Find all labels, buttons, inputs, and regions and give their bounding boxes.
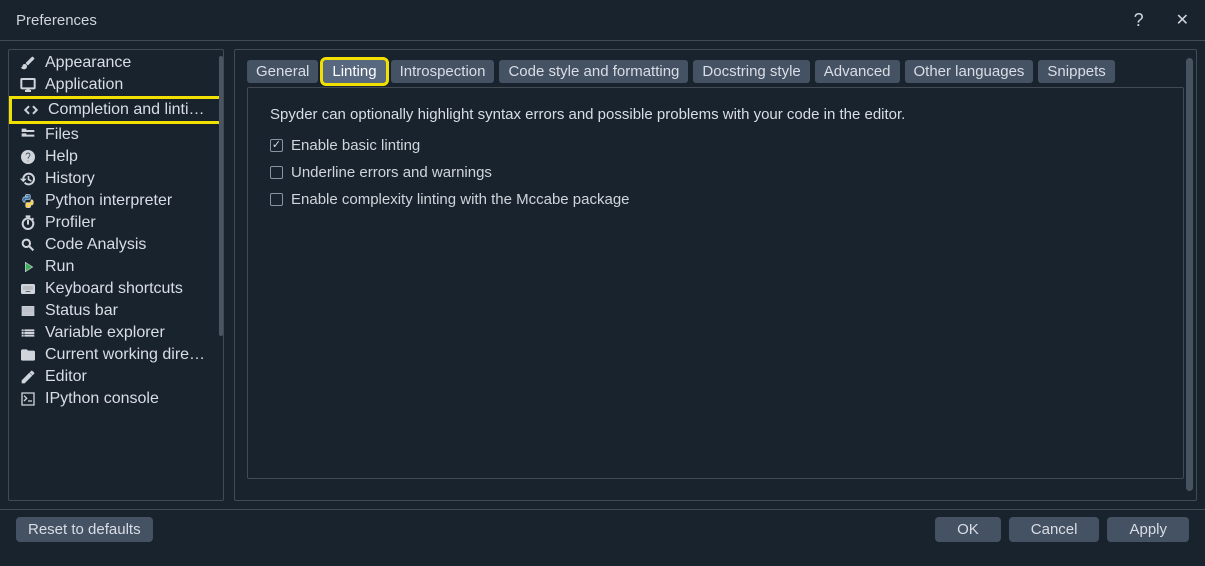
sidebar-item-keyboard-shortcuts[interactable]: Keyboard shortcuts bbox=[9, 278, 223, 300]
sidebar-item-python-interpreter[interactable]: Python interpreter bbox=[9, 190, 223, 212]
sidebar-item-label: Current working dire… bbox=[45, 346, 205, 364]
help-icon bbox=[19, 148, 37, 166]
tab-linting[interactable]: Linting bbox=[323, 60, 385, 83]
tab-code-style-and-formatting[interactable]: Code style and formatting bbox=[499, 60, 688, 83]
cancel-button[interactable]: Cancel bbox=[1009, 517, 1100, 542]
timer-icon bbox=[19, 214, 37, 232]
help-icon[interactable]: ? bbox=[1134, 10, 1144, 31]
apply-button[interactable]: Apply bbox=[1107, 517, 1189, 542]
sidebar-item-label: Status bar bbox=[45, 302, 118, 320]
sidebar-item-label: IPython console bbox=[45, 390, 159, 408]
sidebar-item-files[interactable]: Files bbox=[9, 124, 223, 146]
option-row: Enable complexity linting with the Mccab… bbox=[270, 191, 1161, 208]
tab-general[interactable]: General bbox=[247, 60, 318, 83]
sidebar-item-completion-and-linti[interactable]: Completion and linti… bbox=[9, 96, 223, 124]
sidebar-item-current-working-dire[interactable]: Current working dire… bbox=[9, 344, 223, 366]
preferences-sidebar: Appearance Application Completion and lint… bbox=[8, 49, 224, 501]
statusbar-icon bbox=[19, 302, 37, 320]
console-icon bbox=[19, 390, 37, 408]
checkbox[interactable] bbox=[270, 139, 283, 152]
pencil-icon bbox=[19, 368, 37, 386]
sidebar-item-history[interactable]: History bbox=[9, 168, 223, 190]
preferences-content: GeneralLinting IntrospectionCode style an… bbox=[234, 49, 1197, 501]
sidebar-item-label: Python interpreter bbox=[45, 192, 172, 210]
sidebar-item-label: Editor bbox=[45, 368, 87, 386]
option-label: Enable complexity linting with the Mccab… bbox=[291, 191, 630, 208]
reset-to-defaults-button[interactable]: Reset to defaults bbox=[16, 517, 153, 542]
sidebar-item-label: Appearance bbox=[45, 54, 131, 72]
sidebar-item-label: Files bbox=[45, 126, 79, 144]
sidebar-item-profiler[interactable]: Profiler bbox=[9, 212, 223, 234]
sidebar-item-status-bar[interactable]: Status bar bbox=[9, 300, 223, 322]
tab-docstring-style[interactable]: Docstring style bbox=[693, 60, 809, 83]
keyboard-icon bbox=[19, 280, 37, 298]
brush-icon bbox=[19, 54, 37, 72]
sidebar-item-variable-explorer[interactable]: Variable explorer bbox=[9, 322, 223, 344]
sidebar-item-label: Application bbox=[45, 76, 123, 94]
sidebar-item-ipython-console[interactable]: IPython console bbox=[9, 388, 223, 410]
titlebar: Preferences ? ✕ bbox=[0, 0, 1205, 40]
sidebar-item-code-analysis[interactable]: Code Analysis bbox=[9, 234, 223, 256]
search-code-icon bbox=[19, 236, 37, 254]
window-title: Preferences bbox=[16, 12, 97, 29]
sidebar-item-label: History bbox=[45, 170, 95, 188]
sidebar-item-label: Code Analysis bbox=[45, 236, 146, 254]
sidebar-item-application[interactable]: Application bbox=[9, 74, 223, 96]
tab-snippets[interactable]: Snippets bbox=[1038, 60, 1114, 83]
sidebar-item-label: Help bbox=[45, 148, 78, 166]
file-tree-icon bbox=[19, 126, 37, 144]
tab-other-languages[interactable]: Other languages bbox=[905, 60, 1034, 83]
sidebar-item-label: Completion and linti… bbox=[48, 101, 205, 119]
sidebar-item-label: Keyboard shortcuts bbox=[45, 280, 183, 298]
checkbox[interactable] bbox=[270, 193, 283, 206]
sidebar-item-label: Profiler bbox=[45, 214, 96, 232]
tab-introspection[interactable]: Introspection bbox=[391, 60, 495, 83]
sidebar-item-run[interactable]: Run bbox=[9, 256, 223, 278]
history-icon bbox=[19, 170, 37, 188]
desktop-icon bbox=[19, 76, 37, 94]
sidebar-scrollbar[interactable] bbox=[219, 56, 223, 336]
option-label: Enable basic linting bbox=[291, 137, 420, 154]
sidebar-item-help[interactable]: Help bbox=[9, 146, 223, 168]
play-icon bbox=[19, 258, 37, 276]
python-icon bbox=[19, 192, 37, 210]
option-row: Underline errors and warnings bbox=[270, 164, 1161, 181]
sidebar-item-editor[interactable]: Editor bbox=[9, 366, 223, 388]
code-tag-icon bbox=[22, 101, 40, 119]
dialog-footer: Reset to defaults OK Cancel Apply bbox=[0, 510, 1205, 549]
linting-panel: Spyder can optionally highlight syntax e… bbox=[247, 87, 1184, 479]
ok-button[interactable]: OK bbox=[935, 517, 1001, 542]
content-scrollbar[interactable] bbox=[1186, 58, 1193, 491]
sidebar-item-label: Run bbox=[45, 258, 74, 276]
panel-description: Spyder can optionally highlight syntax e… bbox=[270, 106, 1161, 123]
list-icon bbox=[19, 324, 37, 342]
close-icon[interactable]: ✕ bbox=[1176, 10, 1189, 30]
sidebar-item-label: Variable explorer bbox=[45, 324, 165, 342]
tab-advanced[interactable]: Advanced bbox=[815, 60, 900, 83]
sidebar-item-appearance[interactable]: Appearance bbox=[9, 52, 223, 74]
option-label: Underline errors and warnings bbox=[291, 164, 492, 181]
checkbox[interactable] bbox=[270, 166, 283, 179]
option-row: Enable basic linting bbox=[270, 137, 1161, 154]
folder-icon bbox=[19, 346, 37, 364]
tabs-row: GeneralLinting IntrospectionCode style an… bbox=[247, 60, 1184, 83]
